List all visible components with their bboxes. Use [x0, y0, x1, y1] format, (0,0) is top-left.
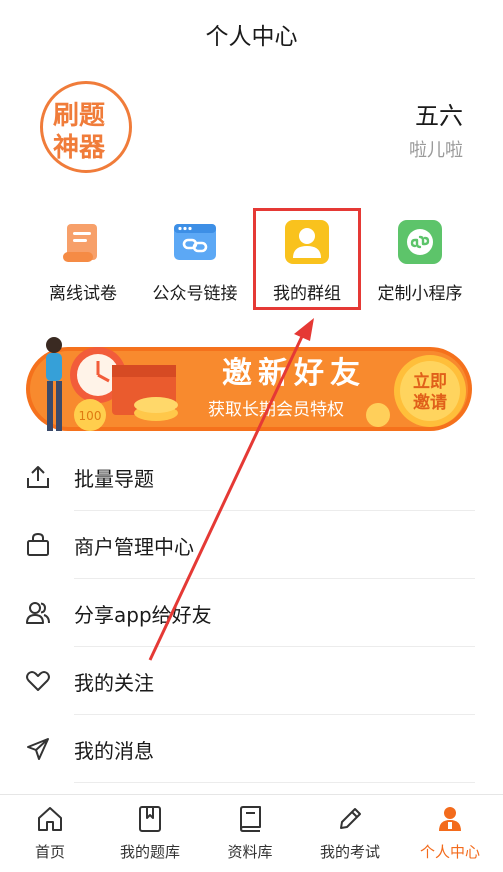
bookmark-book-icon [139, 806, 161, 832]
bottom-tab-bar: 首页 我的题库 资料库 我的考试 个人中心 [0, 794, 503, 872]
tab-label: 首页 [34, 843, 65, 861]
users-share-icon [26, 602, 50, 624]
tab-label: 我的题库 [119, 843, 180, 861]
tab-home[interactable]: 首页 [0, 795, 100, 872]
quick-action-official-link[interactable]: 公众号链接 [136, 208, 254, 312]
tab-label: 个人中心 [419, 843, 480, 861]
banner-subtitle: 获取长期会员特权 [208, 400, 344, 420]
page-title: 个人中心 [205, 24, 298, 50]
quick-action-offline-paper[interactable]: 离线试卷 [24, 208, 142, 312]
menu-item-my-messages[interactable]: 我的消息 [0, 715, 503, 783]
shopping-bag-icon [27, 532, 49, 556]
tab-my-question-bank[interactable]: 我的题库 [100, 795, 200, 872]
menu-item-label: 我的消息 [74, 739, 154, 763]
tab-label: 资料库 [227, 843, 273, 861]
logo-text-top: 刷题 [53, 101, 105, 131]
tab-my-exams[interactable]: 我的考试 [300, 795, 400, 872]
menu-item-batch-import[interactable]: 批量导题 [0, 443, 503, 511]
pencil-icon [340, 808, 361, 829]
send-icon [27, 738, 49, 760]
quick-action-label: 离线试卷 [49, 284, 117, 304]
menu-item-label: 我的关注 [74, 671, 154, 695]
book-icon [240, 806, 261, 832]
scroll-doc-icon [63, 224, 97, 262]
link-browser-icon [174, 224, 216, 260]
menu-item-label: 商户管理中心 [74, 535, 194, 559]
tab-profile[interactable]: 个人中心 [400, 795, 500, 872]
banner-coin-label: 100 [79, 409, 102, 423]
quick-action-label: 定制小程序 [377, 284, 463, 304]
heart-icon [26, 671, 50, 691]
logo-text-bottom: 神器 [53, 133, 106, 163]
invite-button-line2: 邀请 [413, 392, 447, 413]
menu-item-merchant-center[interactable]: 商户管理中心 [0, 511, 503, 579]
tab-library[interactable]: 资料库 [200, 795, 300, 872]
upload-icon [27, 466, 49, 488]
home-icon [38, 807, 62, 831]
highlight-box [253, 208, 361, 310]
menu-item-share-app[interactable]: 分享app给好友 [0, 579, 503, 647]
divider [74, 782, 475, 783]
user-name: 五六 [415, 102, 463, 130]
invite-button-line1: 立即 [413, 371, 447, 392]
invite-friends-banner[interactable]: 100 邀新好友 获取长期会员特权 立即 邀请 [26, 335, 476, 435]
app-logo: 刷题 神器 [40, 81, 132, 173]
quick-action-label: 公众号链接 [152, 284, 238, 304]
banner-title: 邀新好友 [222, 356, 366, 391]
menu-item-my-follows[interactable]: 我的关注 [0, 647, 503, 715]
tab-label: 我的考试 [319, 843, 380, 861]
person-icon [439, 807, 461, 831]
mini-program-icon [398, 220, 442, 264]
user-subtitle: 啦儿啦 [409, 140, 463, 161]
menu-item-label: 分享app给好友 [74, 603, 212, 627]
quick-action-mini-program[interactable]: 定制小程序 [361, 208, 479, 312]
menu-item-label: 批量导题 [74, 467, 154, 491]
